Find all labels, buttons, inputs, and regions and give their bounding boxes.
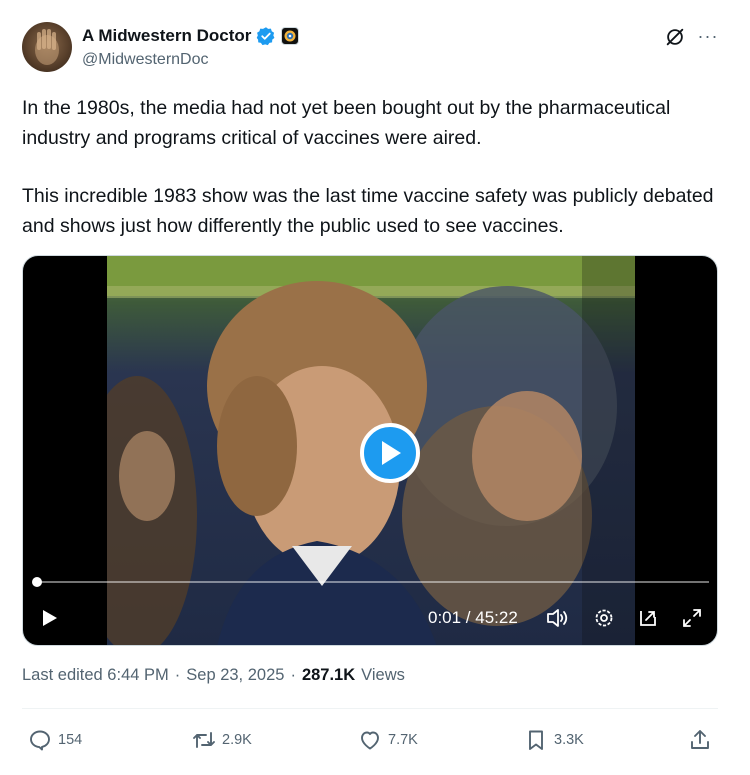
- repost-icon: [193, 732, 215, 748]
- meta-separator: ·: [174, 666, 181, 684]
- tweet-paragraph: In the 1980s, the media had not yet been…: [22, 97, 671, 149]
- video-progress-bar[interactable]: [32, 577, 709, 587]
- edited-label[interactable]: Last edited 6:44 PM: [22, 666, 169, 685]
- share-icon: [691, 730, 709, 749]
- share-button[interactable]: [688, 728, 712, 752]
- play-icon: [382, 441, 401, 465]
- video-controls: 0:01 / 45:22: [23, 598, 717, 638]
- settings-button[interactable]: [591, 606, 617, 630]
- grok-icon[interactable]: [664, 26, 686, 48]
- meta-separator: ·: [290, 666, 296, 684]
- like-count: 7.7K: [388, 732, 418, 748]
- fullscreen-icon: [683, 609, 701, 627]
- volume-icon: [547, 609, 568, 627]
- bookmark-count: 3.3K: [554, 732, 584, 748]
- picture-in-picture-button[interactable]: [635, 606, 661, 630]
- fullscreen-button[interactable]: [679, 606, 705, 630]
- volume-button[interactable]: [545, 606, 571, 630]
- repost-button[interactable]: 2.9K: [192, 728, 252, 752]
- settings-icon: [595, 609, 613, 627]
- author-name-row: A Midwestern Doctor: [82, 26, 300, 46]
- video-player[interactable]: 0:01 / 45:22: [22, 255, 718, 646]
- more-options-icon[interactable]: ···: [696, 24, 720, 48]
- views-count: 287.1K: [301, 666, 356, 684]
- bookmark-button[interactable]: 3.3K: [524, 728, 584, 752]
- author-avatar[interactable]: [22, 22, 72, 72]
- reply-count: 154: [58, 732, 83, 748]
- raised-hand-icon: [35, 29, 59, 65]
- video-progress-knob[interactable]: [32, 577, 42, 587]
- verified-badge-icon[interactable]: [256, 26, 276, 46]
- heart-icon: [361, 731, 379, 750]
- tweet-header: A Midwestern Doctor @MidwesternDoc ···: [22, 20, 728, 76]
- tweet-text: In the 1980s, the media had not yet been…: [22, 94, 732, 241]
- pip-icon: [640, 611, 656, 626]
- play-overlay-button[interactable]: [360, 423, 420, 483]
- like-button[interactable]: 7.7K: [358, 728, 418, 752]
- divider: [22, 708, 718, 709]
- reply-icon: [30, 730, 50, 751]
- repost-count: 2.9K: [222, 732, 252, 748]
- affiliate-badge-icon[interactable]: [281, 27, 300, 45]
- reply-button[interactable]: 154: [28, 728, 82, 752]
- tweet-paragraph: This incredible 1983 show was the last t…: [22, 185, 714, 237]
- views-label: Views: [361, 666, 405, 684]
- bookmark-icon: [529, 730, 543, 750]
- author-handle[interactable]: @MidwesternDoc: [82, 51, 209, 69]
- video-time-display: 0:01 / 45:22: [428, 608, 518, 627]
- tweet-date[interactable]: Sep 23, 2025: [186, 666, 284, 685]
- tweet-action-bar: 154 2.9K 7.7K 3.3K: [22, 722, 722, 758]
- play-button[interactable]: [37, 606, 61, 630]
- play-icon: [43, 610, 57, 626]
- tweet-meta: Last edited 6:44 PM · Sep 23, 2025 · 287…: [22, 666, 405, 685]
- author-display-name[interactable]: A Midwestern Doctor: [82, 26, 251, 46]
